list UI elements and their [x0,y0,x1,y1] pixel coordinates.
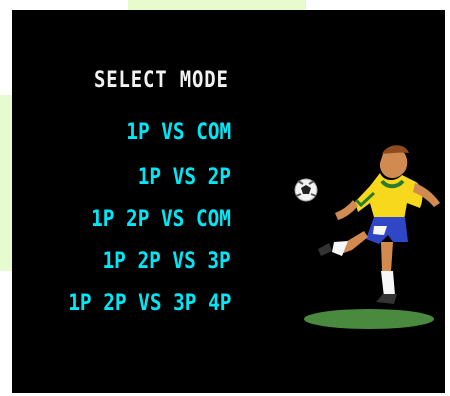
mode-option-1p-2p-vs-3p-4p[interactable]: 1P 2P VS 3P 4P [68,291,231,317]
game-window: SELECT MODE 1P VS COM 1P VS 2P 1P 2P VS … [0,0,450,396]
mode-option-1p-2p-vs-com[interactable]: 1P 2P VS COM [91,207,231,233]
soccer-ball-icon [294,178,318,202]
mode-option-1p-2p-vs-3p[interactable]: 1P 2P VS 3P [103,249,231,275]
player-figure [318,145,440,304]
pitch-shadow [304,309,434,329]
top-glow [128,0,306,10]
soccer-player-illustration [294,145,440,329]
page-title: SELECT MODE [94,68,229,93]
mode-option-1p-vs-com[interactable]: 1P VS COM [126,120,231,146]
left-glow [0,95,12,271]
mode-option-1p-vs-2p[interactable]: 1P VS 2P [138,165,231,191]
select-mode-screen: SELECT MODE 1P VS COM 1P VS 2P 1P 2P VS … [12,10,445,393]
